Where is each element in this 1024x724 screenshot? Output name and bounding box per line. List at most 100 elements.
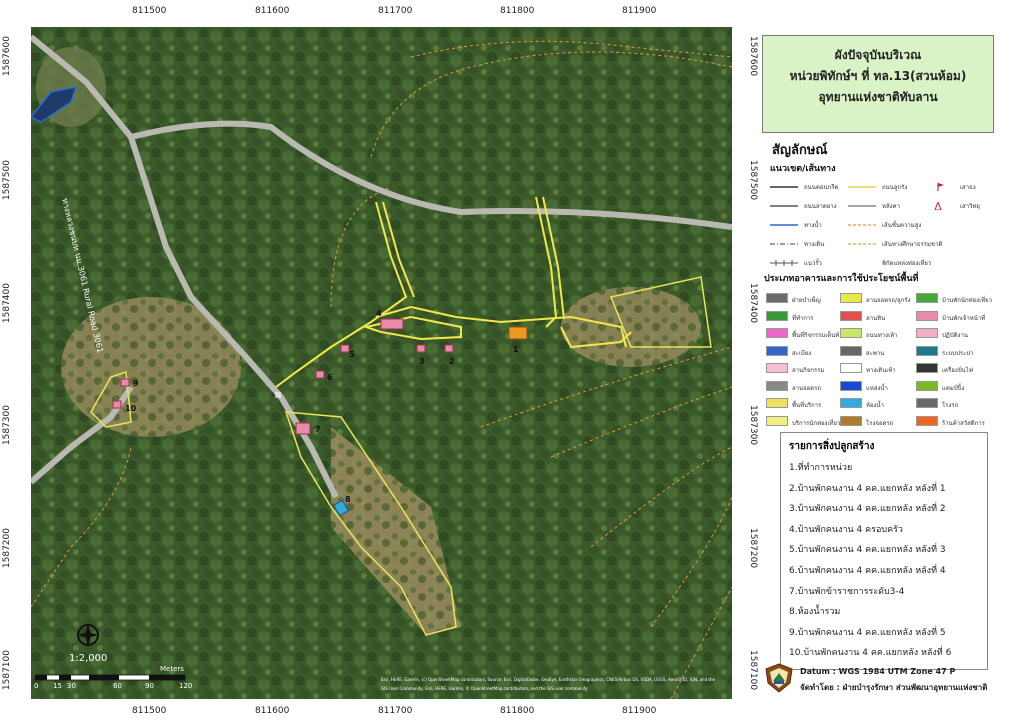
y-tick-label: 1587200 [748, 528, 758, 569]
landuse-swatch [840, 415, 862, 426]
landuse-label: ที่ทำการ [792, 314, 814, 322]
scale-unit: Meters [160, 665, 184, 673]
map-attribution: Esri, HERE, Garmin, (c) OpenStreetMap co… [381, 677, 715, 691]
title-box: ผังปัจจุบันบริเวณ หน่วยพิทักษ์ฯ ที่ ทล.1… [762, 35, 994, 133]
landuse-swatch [840, 345, 862, 356]
scale-tick: 60 [113, 682, 122, 690]
legend-line-label: หลังคา [882, 203, 900, 210]
landuse-label: ลานจอดรถ/ลูกรัง [866, 297, 911, 304]
landuse-swatch [840, 310, 862, 321]
landuse-swatch [840, 398, 862, 408]
x-tick-label: 811800 [500, 6, 535, 16]
building-marker[interactable]: 6 [327, 373, 333, 382]
landuse-label: ระบบประปา [942, 349, 974, 357]
landuse-label: ลานหิน [866, 314, 886, 322]
building-marker[interactable]: 1 [513, 345, 519, 354]
building-list-item: 2.บ้านพักคนงาน 4 คค.แยกหลัง หลังที่ 1 [789, 483, 946, 494]
landuse-label: แคมป์ปิ้ง [942, 384, 965, 392]
legend-line-symbol [848, 205, 876, 207]
legend-line-label: ทางน้ำ [804, 222, 822, 229]
building-list-item: 3.บ้านพักคนงาน 4 คค.แยกหลัง หลังที่ 2 [789, 504, 946, 515]
y-tick-label: 1587200 [2, 528, 12, 569]
legend-line-label: ถนนคอนกรีต [804, 184, 839, 191]
landuse-label: ถนนทางเท้า [866, 332, 898, 339]
building-list-item: 10.บ้านพักคนงาน 4 คค.แยกหลัง หลังที่ 6 [789, 648, 952, 659]
landuse-swatch [916, 380, 938, 391]
y-tick-label: 1587100 [2, 650, 12, 691]
building-marker[interactable]: 9 [133, 379, 139, 388]
x-tick-label: 811900 [622, 706, 657, 716]
north-arrow-icon [75, 621, 101, 649]
landuse-label: ฝ่ายบำเพ็ญ [792, 297, 821, 304]
building-list-item: 7.บ้านพักข้าราชการระดับ3-4 [789, 586, 905, 597]
landuse-swatch [766, 293, 788, 303]
landuse-swatch [766, 380, 788, 391]
landuse-label: ลานกิจกรรม [792, 367, 825, 374]
legend-line-symbol [848, 259, 878, 267]
landuse-swatch [840, 363, 862, 373]
y-tick-label: 1587500 [2, 160, 12, 201]
building-marker[interactable]: 4 [376, 309, 382, 318]
legend-line-symbol [770, 186, 798, 188]
legend-line-label: เสาวิทยุ [960, 203, 980, 210]
landuse-swatch [916, 328, 938, 338]
legend-line-symbol [770, 224, 798, 226]
satellite-map [29, 27, 733, 700]
map-title-line: อุทยานแห่งชาติทับลาน [818, 90, 938, 104]
map-title-line: ผังปัจจุบันบริเวณ [834, 48, 922, 62]
landuse-label: สะเบียง [792, 349, 812, 357]
landuse-swatch [766, 398, 788, 408]
legend-line-symbol [848, 186, 876, 188]
landuse-swatch [766, 415, 788, 426]
legend-line-label: แนวรั้ว [804, 260, 822, 267]
scale-tick: 120 [179, 682, 193, 690]
legend-line-label: พิกัดแหล่งท่องเที่ยว [882, 260, 932, 267]
legend-line-label: เส้นชั้นความสูง [882, 222, 922, 229]
legend-line-label: ถนนลาดยาง [804, 203, 837, 210]
landuse-swatch [840, 380, 862, 391]
landuse-label: พื้นที่บริการ [792, 402, 822, 409]
building-marker[interactable]: 5 [349, 350, 355, 359]
landuse-label: ทางเดินเท้า [866, 367, 896, 374]
landuse-label: บริการนักท่องเที่ยว [792, 419, 841, 427]
map-panel[interactable]: 4 1 3 2 5 6 7 8 9 10 ทางหลวงชนบท นม.3061… [29, 27, 733, 700]
scale-bar: Meters 0 15 30 60 90 120 [34, 665, 205, 693]
y-tick-label: 1587600 [748, 36, 758, 77]
buildings-heading: รายการสิ่งปลูกสร้าง [789, 441, 875, 452]
legend-line-label: ถนนลูกรัง [882, 184, 908, 191]
landuse-label: ลานจอดรถ [792, 384, 822, 392]
building-marker[interactable]: 7 [315, 425, 321, 434]
landuse-swatch [766, 310, 788, 321]
symbols-heading: สัญลักษณ์ [772, 143, 828, 158]
building-list-item: 9.บ้านพักคนงาน 4 คค.แยกหลัง หลังที่ 5 [789, 627, 946, 638]
landuse-label: พื้นที่กิจกรรมเต็นท์ [792, 332, 840, 339]
y-tick-label: 1587100 [748, 650, 758, 691]
x-tick-label: 811700 [378, 6, 413, 16]
x-tick-label: 811600 [255, 6, 290, 16]
scale-tick: 90 [145, 682, 154, 690]
landuse-label: แหล่งน้ำ [866, 384, 888, 392]
building-marker[interactable]: 10 [125, 404, 136, 413]
y-tick-label: 1587500 [748, 160, 758, 201]
legend-line-symbol [770, 260, 798, 266]
y-tick-label: 1587400 [748, 283, 758, 324]
landuse-swatch [840, 328, 862, 338]
building-marker[interactable]: 3 [419, 357, 425, 366]
landuse-label: ปฏิบัติงาน [942, 332, 968, 339]
building-marker[interactable]: 2 [449, 357, 455, 366]
building-list-item: 1.ที่ทำการหน่วย [789, 463, 853, 473]
landuse-swatch [916, 415, 938, 426]
scale-tick: 0 [34, 682, 39, 690]
scale-tick: 30 [67, 682, 76, 690]
landuse-swatch [916, 398, 938, 408]
landuse-label: โรงรถ [942, 402, 959, 409]
x-tick-label: 811900 [622, 6, 657, 16]
building-list-item: 4.บ้านพักคนงาน 4 ครอบครัว [789, 524, 903, 535]
legend-line-symbol [937, 183, 944, 191]
landuse-swatch [916, 310, 938, 321]
legend-line-label: เสาธง [960, 184, 976, 191]
legend-line-symbol [848, 224, 876, 226]
x-tick-label: 811700 [378, 706, 413, 716]
landuse-swatch [916, 345, 938, 356]
building-marker[interactable]: 8 [345, 495, 351, 504]
